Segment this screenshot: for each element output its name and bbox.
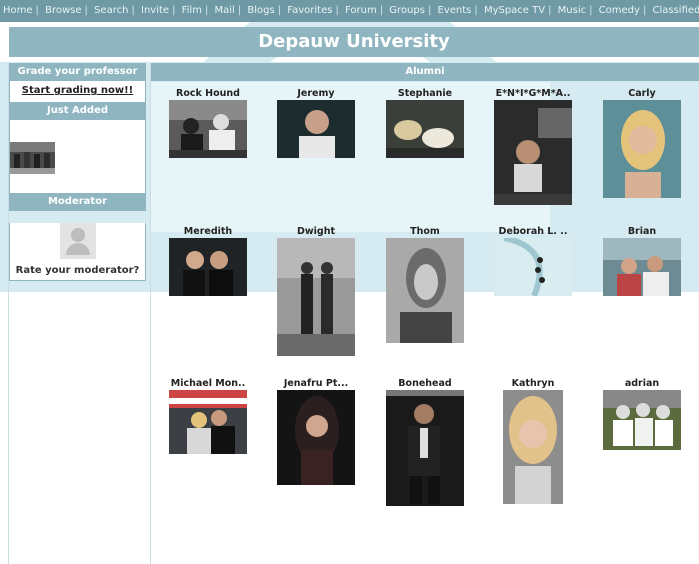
alumni-card[interactable]: E*N*I*G*M*A.. bbox=[479, 88, 587, 205]
alumni-name[interactable]: adrian bbox=[588, 378, 696, 390]
alumni-card[interactable]: Rock Hound bbox=[154, 88, 262, 158]
alumni-card[interactable]: Jenafru Pt... bbox=[262, 378, 370, 485]
alumni-photo[interactable] bbox=[494, 238, 572, 296]
nav-groups[interactable]: Groups bbox=[386, 5, 428, 16]
nav-favorites[interactable]: Favorites bbox=[284, 5, 335, 16]
alumni-name[interactable]: Kathryn bbox=[479, 378, 587, 390]
alumni-card[interactable]: adrian bbox=[588, 378, 696, 450]
nav-search[interactable]: Search bbox=[91, 5, 131, 16]
alumni-name[interactable]: Brian bbox=[588, 226, 696, 238]
alumni-name[interactable]: Michael Mon.. bbox=[154, 378, 262, 390]
just-added-header: Just Added bbox=[9, 102, 146, 120]
alumni-photo[interactable] bbox=[169, 390, 247, 454]
nav-invite[interactable]: Invite bbox=[138, 5, 172, 16]
nav-events[interactable]: Events bbox=[435, 5, 475, 16]
alumni-photo[interactable] bbox=[503, 390, 563, 504]
alumni-card[interactable]: Dwight bbox=[262, 226, 370, 356]
moderator-avatar[interactable] bbox=[59, 223, 96, 259]
nav-forum[interactable]: Forum bbox=[342, 5, 380, 16]
nav-browse[interactable]: Browse bbox=[42, 5, 84, 16]
alumni-name[interactable]: Carly bbox=[588, 88, 696, 100]
start-grading-link[interactable]: Start grading now!! bbox=[10, 81, 145, 102]
alumni-name[interactable]: Stephanie bbox=[371, 88, 479, 100]
alumni-photo[interactable] bbox=[386, 100, 464, 158]
alumni-card[interactable]: Carly bbox=[588, 88, 696, 198]
top-navigation: Home | Browse | Search | Invite | Film | Mail… bbox=[0, 0, 699, 22]
nav-myspace-tv[interactable]: MySpace TV bbox=[481, 5, 548, 16]
alumni-card[interactable]: Bonehead bbox=[371, 378, 479, 506]
grade-box: Start grading now!! bbox=[9, 81, 146, 102]
alumni-name[interactable]: Jenafru Pt... bbox=[262, 378, 370, 390]
alumni-photo[interactable] bbox=[386, 390, 464, 506]
alumni-photo[interactable] bbox=[277, 390, 355, 485]
nav-comedy[interactable]: Comedy bbox=[596, 5, 643, 16]
alumni-card[interactable]: Stephanie bbox=[371, 88, 479, 158]
alumni-photo[interactable] bbox=[603, 238, 681, 296]
alumni-name[interactable]: Bonehead bbox=[371, 378, 479, 390]
nav-film[interactable]: Film bbox=[179, 5, 205, 16]
alumni-photo[interactable] bbox=[603, 390, 681, 450]
alumni-photo[interactable] bbox=[494, 100, 572, 205]
nav-music[interactable]: Music bbox=[555, 5, 589, 16]
alumni-photo[interactable] bbox=[277, 100, 355, 158]
alumni-card[interactable]: Meredith bbox=[154, 226, 262, 296]
nav-mail[interactable]: Mail bbox=[212, 5, 238, 16]
alumni-photo[interactable] bbox=[603, 100, 681, 198]
alumni-name[interactable]: Deborah L. .. bbox=[479, 226, 587, 238]
sidebar: Grade your professor Start grading now!!… bbox=[9, 63, 146, 281]
alumni-photo[interactable] bbox=[169, 238, 247, 296]
page-title: Depauw University bbox=[9, 27, 699, 57]
alumni-name[interactable]: Meredith bbox=[154, 226, 262, 238]
nav-blogs[interactable]: Blogs bbox=[244, 5, 277, 16]
alumni-card[interactable]: Kathryn bbox=[479, 378, 587, 504]
alumni-name[interactable]: Jeremy bbox=[262, 88, 370, 100]
alumni-photo[interactable] bbox=[169, 100, 247, 158]
just-added-box bbox=[9, 120, 146, 193]
alumni-card[interactable]: Deborah L. .. bbox=[479, 226, 587, 296]
alumni-name[interactable]: Dwight bbox=[262, 226, 370, 238]
alumni-card[interactable]: Jeremy bbox=[262, 88, 370, 158]
nav-classifieds[interactable]: Classifieds bbox=[650, 5, 699, 16]
alumni-card[interactable]: Brian bbox=[588, 226, 696, 296]
rate-moderator-link[interactable]: Rate your moderator? bbox=[10, 263, 145, 280]
moderator-header: Moderator bbox=[9, 193, 146, 211]
moderator-box: Rate your moderator? bbox=[9, 223, 146, 281]
alumni-card[interactable]: Thom bbox=[371, 226, 479, 343]
alumni-photo[interactable] bbox=[386, 238, 464, 343]
alumni-header: Alumni bbox=[151, 63, 699, 81]
grade-professor-header: Grade your professor bbox=[9, 63, 146, 81]
alumni-card[interactable]: Michael Mon.. bbox=[154, 378, 262, 454]
nav-home[interactable]: Home bbox=[0, 5, 36, 16]
just-added-photo[interactable] bbox=[10, 142, 55, 174]
column-divider bbox=[150, 63, 151, 564]
alumni-name[interactable]: E*N*I*G*M*A.. bbox=[479, 88, 587, 100]
alumni-photo[interactable] bbox=[277, 238, 355, 356]
alumni-name[interactable]: Thom bbox=[371, 226, 479, 238]
alumni-name[interactable]: Rock Hound bbox=[154, 88, 262, 100]
